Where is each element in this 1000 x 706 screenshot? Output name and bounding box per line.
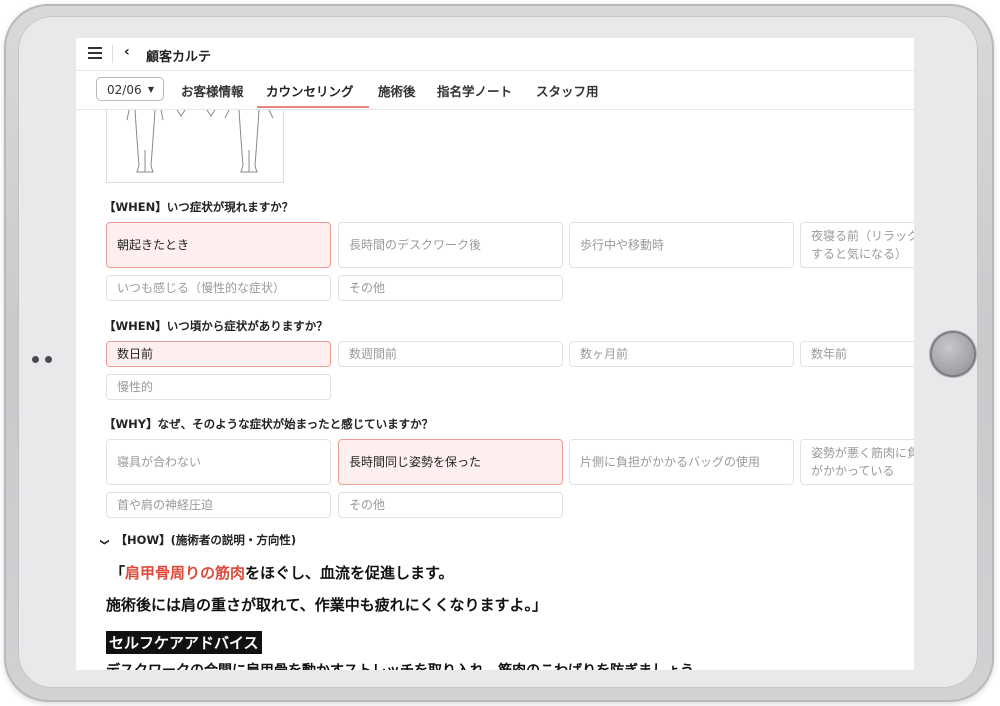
option-button[interactable]: 数日前	[106, 341, 331, 367]
option-button[interactable]: 寝具が合わない	[106, 439, 331, 485]
option-button[interactable]: 長時間同じ姿勢を保った	[338, 439, 563, 485]
date-select[interactable]: 02/06 ▼	[96, 77, 164, 101]
app-screen: ‹ 顧客カルテ 02/06 ▼ お客様情報 カウンセリング 施術後 指名学ノート…	[76, 38, 914, 670]
highlight-text: 肩甲骨周りの筋肉	[125, 564, 246, 582]
question-when-appear: 【WHEN】いつ症状が現れますか？	[104, 200, 294, 214]
home-button[interactable]	[932, 333, 974, 375]
option-button[interactable]: 朝起きたとき	[106, 222, 331, 268]
dropdown-caret-icon: ▼	[147, 85, 154, 94]
tab-bar: 02/06 ▼ お客様情報 カウンセリング 施術後 指名学ノート スタッフ用	[76, 71, 914, 110]
body-diagram-image	[106, 109, 284, 183]
option-button[interactable]: 夜寝る前（リラックスすると気になる）	[800, 222, 914, 268]
option-button[interactable]: 数年前	[800, 341, 914, 367]
question-why: 【WHY】なぜ、そのような症状が始まったと感じていますか？	[104, 417, 434, 431]
active-tab-indicator	[257, 106, 369, 108]
option-button[interactable]: 慢性的	[106, 374, 331, 400]
option-button[interactable]: 首や肩の神経圧迫	[106, 492, 331, 518]
top-bar: ‹ 顧客カルテ	[76, 38, 914, 71]
line1-rest: をほぐし、血流を促進します。	[245, 564, 454, 582]
option-button[interactable]: 数週間前	[338, 341, 563, 367]
tab-after-treatment[interactable]: 施術後	[378, 81, 416, 100]
back-chevron-icon[interactable]: ‹	[124, 44, 130, 60]
page-title: 顧客カルテ	[146, 50, 212, 65]
option-button[interactable]: 片側に負担がかかるバッグの使用	[569, 439, 794, 485]
camera-icon	[32, 348, 58, 367]
body-outline-icon	[126, 109, 274, 173]
option-button[interactable]: その他	[338, 492, 563, 518]
date-select-value: 02/06	[107, 83, 142, 97]
tab-nomination-notes[interactable]: 指名学ノート	[437, 81, 512, 100]
how-section-title: 【HOW】(施術者の説明・方向性)	[115, 533, 297, 547]
hamburger-menu-icon[interactable]	[88, 47, 102, 59]
option-button[interactable]: その他	[338, 275, 563, 301]
header-divider	[112, 45, 113, 63]
option-button[interactable]: いつも感じる（慢性的な症状）	[106, 275, 331, 301]
tab-counseling[interactable]: カウンセリング	[266, 81, 354, 100]
how-explanation-line1: 「肩甲骨周りの筋肉をほぐし、血流を促進します。	[110, 562, 454, 583]
tab-staff[interactable]: スタッフ用	[536, 81, 599, 100]
option-button[interactable]: 歩行中や移動時	[569, 222, 794, 268]
option-button[interactable]: 姿勢が悪く筋肉に負担がかかっている	[800, 439, 914, 485]
tab-customer-info[interactable]: お客様情報	[181, 81, 244, 100]
quote-open: 「	[110, 564, 126, 582]
chevron-down-icon: ❯	[98, 538, 109, 546]
option-button[interactable]: 数ヶ月前	[569, 341, 794, 367]
question-when-since: 【WHEN】いつ頃から症状がありますか？	[104, 319, 328, 333]
self-care-text: デスクワークの合間に肩甲骨を動かすストレッチを取り入れ、筋肉のこわばりを防ぎまし…	[106, 660, 707, 670]
how-section-toggle[interactable]: ❯ 【HOW】(施術者の説明・方向性)	[98, 532, 297, 548]
option-button[interactable]: 長時間のデスクワーク後	[338, 222, 563, 268]
how-explanation-line2: 施術後には肩の重さが取れて、作業中も疲れにくくなりますよ。」	[106, 596, 548, 614]
self-care-heading: セルフケアアドバイス	[106, 631, 262, 654]
